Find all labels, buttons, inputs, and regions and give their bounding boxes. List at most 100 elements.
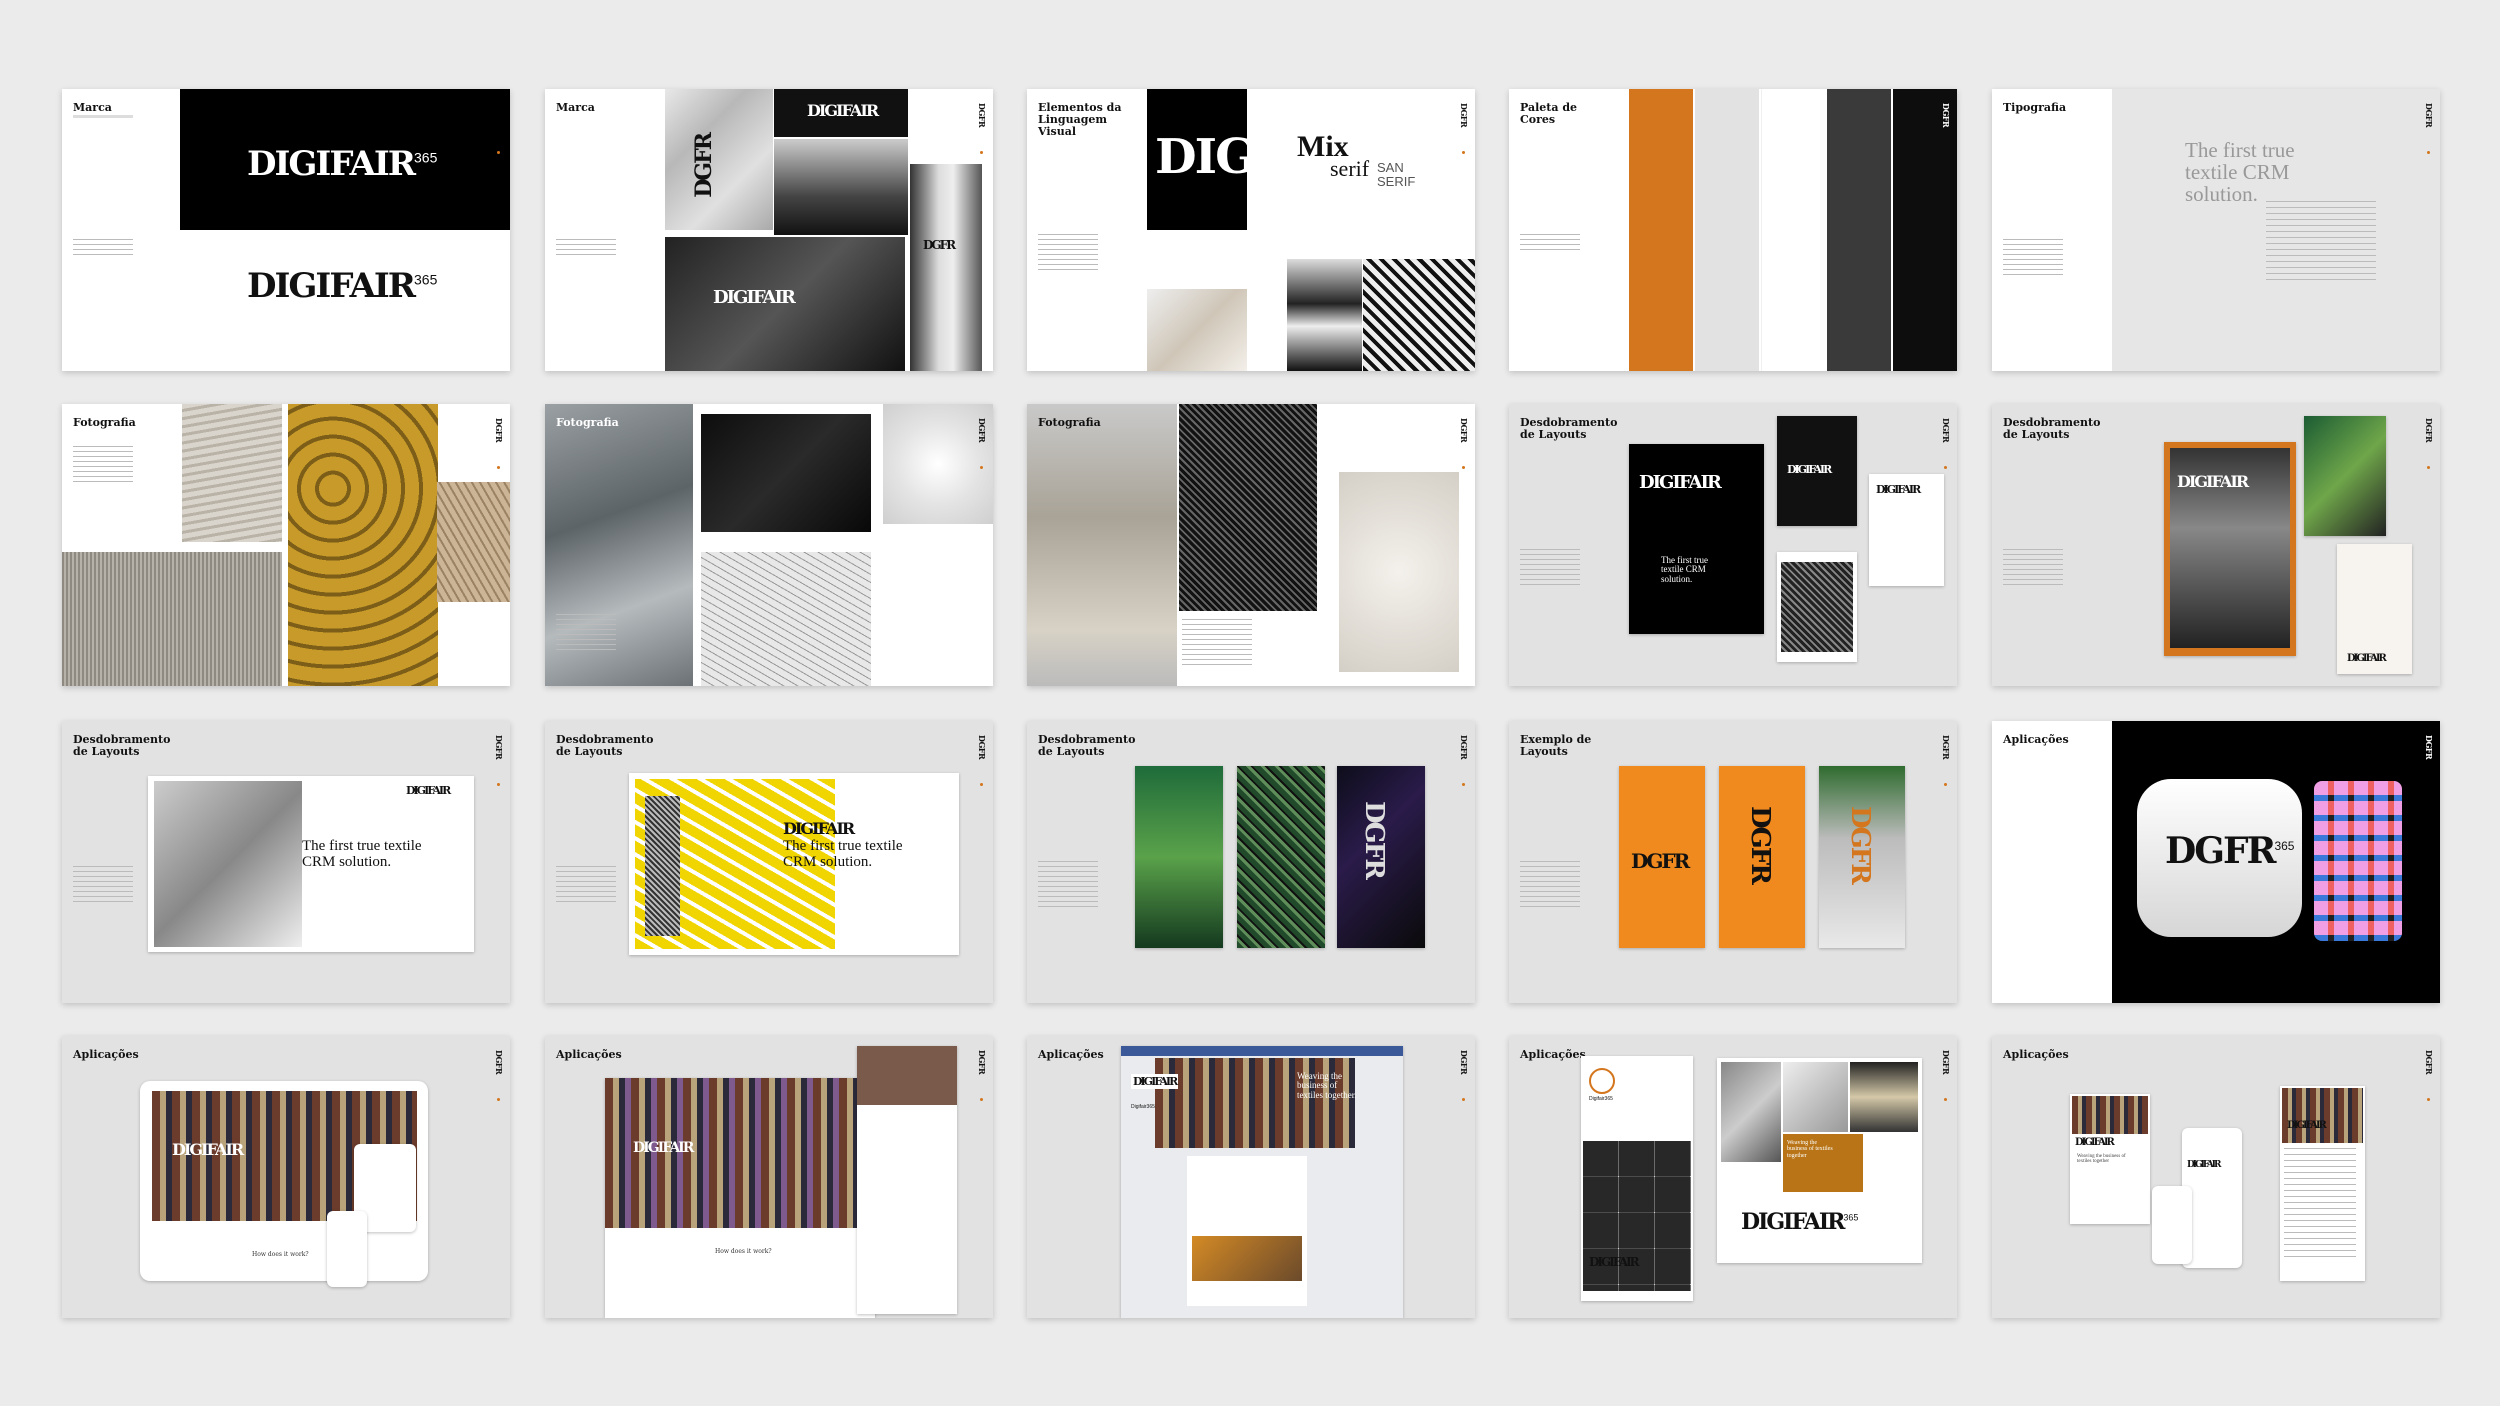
side-logo: DGFR	[977, 103, 987, 128]
digifair-logo-white: DIGIFAIR	[1787, 464, 1832, 475]
slide-paragraph-lines	[1038, 861, 1098, 909]
dgfr-logo-small: DGFR	[923, 239, 956, 251]
slide-desdobramento-2[interactable]: Desdobramento de Layouts DIGIFAIR DIGIFA…	[1992, 404, 2440, 686]
slide-elementos[interactable]: Elementos da Linguagem Visual DIGI Mix s…	[1027, 89, 1475, 371]
slide-tipografia[interactable]: Tipografia The first true textile CRM so…	[1992, 89, 2440, 371]
side-webpage-mockup	[857, 1046, 957, 1314]
slide-aplicacoes-instagram[interactable]: Aplicações Digifair365 DIGIFAIR Weaving …	[1509, 1036, 1957, 1318]
email-hero-1	[2072, 1096, 2148, 1134]
logo-text: DIGIFAIR	[807, 101, 879, 120]
digifair-logo-black: DIGIFAIR	[2075, 1138, 2115, 1148]
page-marker	[1462, 1098, 1465, 1101]
logo-text: DIGIFAIR	[1639, 472, 1722, 493]
logo-text: DGFR	[1359, 801, 1389, 878]
logo-text: DIGIFAIR	[2187, 1160, 2221, 1170]
page-marker	[1462, 466, 1465, 469]
swatch-white	[1761, 89, 1826, 371]
side-logo: DGFR	[977, 735, 987, 760]
logo-text: DIGI	[1155, 129, 1277, 185]
instagram-name: Digifair365	[1589, 1096, 1613, 1102]
page-marker	[2427, 466, 2430, 469]
slide-aplicacoes-facebook[interactable]: Aplicações DIGIFAIR Weaving the business…	[1027, 1036, 1475, 1318]
page-marker	[497, 151, 500, 154]
slide-title: Aplicações	[2003, 733, 2069, 746]
slide-paragraph-lines	[73, 446, 133, 484]
logo-sup: 365	[1843, 1212, 1859, 1223]
side-logo: DGFR	[1941, 735, 1951, 760]
facebook-headline: Weaving the business of textiles togethe…	[1297, 1071, 1357, 1100]
logo-sup: 365	[414, 149, 438, 166]
slide-desdobramento-4[interactable]: Desdobramento de Layouts DIGIFAIR The fi…	[545, 721, 993, 1003]
page-marker	[1462, 151, 1465, 154]
page-marker	[1462, 783, 1465, 786]
slide-title: Aplicações	[2003, 1048, 2069, 1061]
web-caption: How does it work?	[715, 1248, 772, 1255]
digifair-logo-white: DIGIFAIR	[807, 101, 879, 120]
slide-title: Desdobramento de Layouts	[1038, 733, 1136, 758]
slide-fotografia-1[interactable]: Fotografia DGFR	[62, 404, 510, 686]
slide-aplicacoes-email[interactable]: Aplicações DIGIFAIR Weaving the business…	[1992, 1036, 2440, 1318]
slide-marca-2[interactable]: Marca DGFR DIGIFAIR DGFR DIGIFAIR DGFR	[545, 89, 993, 371]
slide-paragraph-lines	[73, 866, 133, 906]
sans-label: SAN SERIF	[1377, 161, 1437, 189]
dress-photo	[910, 164, 982, 371]
slide-desdobramento-5[interactable]: Desdobramento de Layouts DGFR DGFR	[1027, 721, 1475, 1003]
slide-fotografia-3[interactable]: Fotografia DGFR	[1027, 404, 1475, 686]
facebook-page-name: Digifair365	[1131, 1104, 1155, 1110]
page-marker	[980, 1098, 983, 1101]
page-marker	[1944, 783, 1947, 786]
logo-text: DIGIFAIR	[172, 1140, 244, 1159]
post-photo-3	[1850, 1062, 1918, 1132]
crackle-photo	[665, 89, 773, 230]
dgfr-logo-vertical: DGFR	[1359, 801, 1389, 878]
digifair-logo-black: DIGIFAIR	[406, 785, 451, 796]
slide-aplicacoes-app[interactable]: Aplicações DGFR365 DGFR	[1992, 721, 2440, 1003]
side-logo: DGFR	[494, 735, 504, 760]
facebook-feed	[1187, 1156, 1307, 1306]
slide-marca-1[interactable]: Marca DIGIFAIR365 DIGIFAIR365	[62, 89, 510, 371]
slide-title: Desdobramento de Layouts	[556, 733, 654, 758]
slide-exemplo-layouts[interactable]: Exemplo de Layouts DGFR DGFR DGFR DGFR	[1509, 721, 1957, 1003]
back-photo	[1287, 259, 1362, 371]
slide-paragraph-lines	[556, 239, 616, 257]
digifair-logo-black: DIGIFAIR	[2287, 1121, 2327, 1131]
slide-paragraph-lines	[2003, 549, 2063, 589]
slide-desdobramento-3[interactable]: Desdobramento de Layouts DIGIFAIR The fi…	[62, 721, 510, 1003]
side-logo: DGFR	[1941, 1050, 1951, 1075]
page-marker	[497, 783, 500, 786]
page-marker	[980, 783, 983, 786]
logo-text: DIGIFAIR	[247, 144, 416, 184]
dgfr-logo-vertical: DGFR	[691, 134, 717, 198]
banner-headline: The first true textile CRM solution.	[783, 838, 903, 870]
logo-text: DIGIFAIR	[1589, 1255, 1640, 1269]
logo-text: DIGIFAIR	[2177, 472, 2249, 491]
fur-photo	[701, 414, 871, 532]
serif-text: serif	[1330, 156, 1370, 181]
slide-paragraph-lines	[73, 239, 133, 257]
slide-title: Desdobramento de Layouts	[1520, 416, 1618, 441]
digifair-logo-white: DIGIFAIR	[633, 1141, 694, 1155]
digifair-logo-black: DIGIFAIR	[1131, 1074, 1178, 1089]
slide-fotografia-2[interactable]: Fotografia DGFR	[545, 404, 993, 686]
email-text-lines	[2284, 1148, 2356, 1258]
digifair-logo-black: DIGIFAIR365	[1741, 1211, 1858, 1233]
logo-text: DIGIFAIR	[1741, 1209, 1845, 1235]
slide-desdobramento-1[interactable]: Desdobramento de Layouts DIGIFAIR The fi…	[1509, 404, 1957, 686]
page-marker	[980, 151, 983, 154]
page-marker	[980, 466, 983, 469]
coat-photo	[1027, 404, 1177, 686]
digifair-logo-black: DIGIFAIR	[2187, 1160, 2221, 1170]
digifair-logo-white: DIGIFAIR	[1639, 472, 1722, 493]
side-logo: DGFR	[1941, 103, 1951, 128]
swatch-dark-gray	[1827, 89, 1891, 371]
slide-paragraph-lines	[2003, 239, 2063, 279]
dgfr-logo-vertical: DGFR	[1745, 806, 1775, 883]
side-logo: DGFR	[494, 1050, 504, 1075]
slide-aplicacoes-site[interactable]: Aplicações DIGIFAIR How does it work? DG…	[62, 1036, 510, 1318]
logo-text: DIGIFAIR	[1876, 483, 1921, 496]
slide-paleta[interactable]: Paleta de Cores DGFR	[1509, 89, 1957, 371]
slide-aplicacoes-web[interactable]: Aplicações DIGIFAIR How does it work? DG…	[545, 1036, 993, 1318]
swatch-black	[1893, 89, 1957, 371]
digifair-logo-white: DIGIFAIR	[713, 289, 796, 307]
type-headline: The first true textile CRM solution.	[2185, 138, 2295, 207]
